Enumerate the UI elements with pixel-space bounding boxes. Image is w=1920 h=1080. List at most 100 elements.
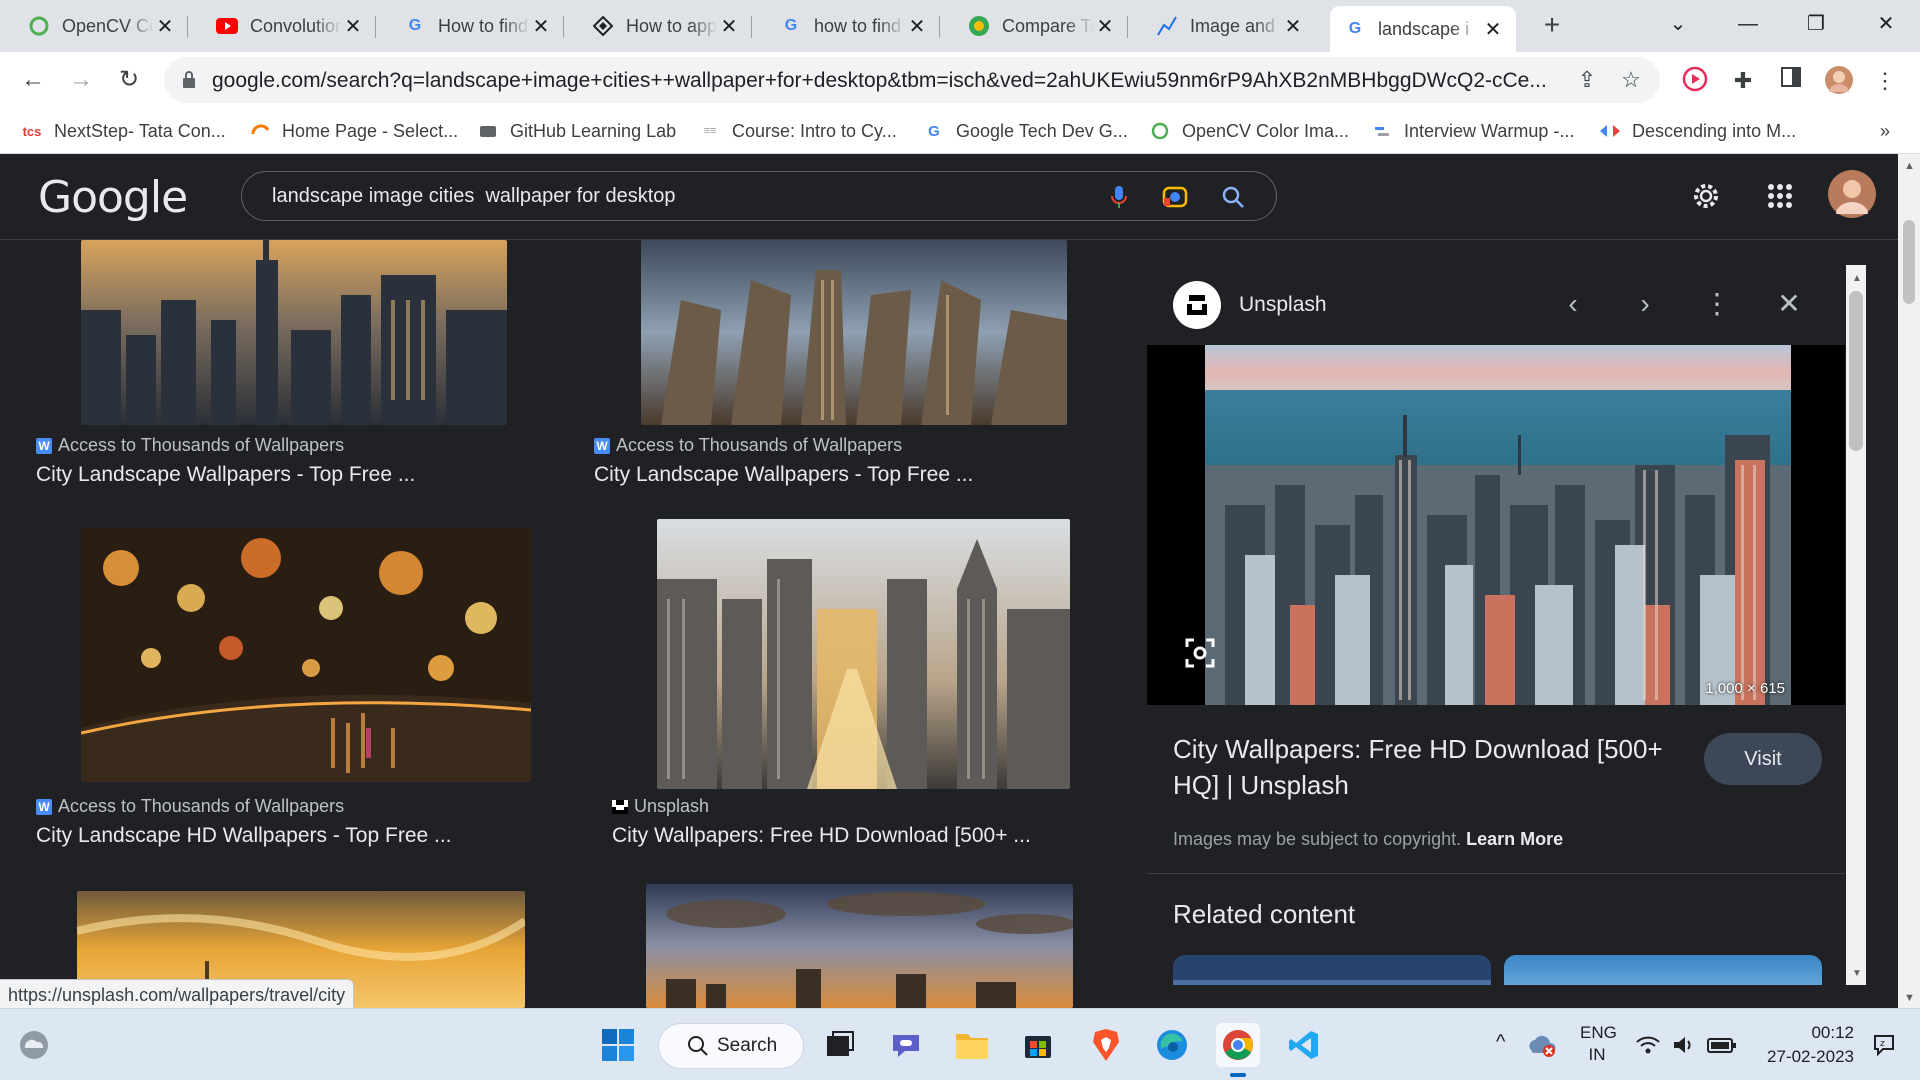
bookmark-item[interactable]: GitHub Learning Lab bbox=[478, 118, 676, 144]
lens-search-icon[interactable] bbox=[1183, 636, 1217, 670]
page-scroll-thumb[interactable] bbox=[1903, 220, 1915, 304]
tab-opencv[interactable]: OpenCV Co ✕ bbox=[14, 6, 188, 46]
search-icon bbox=[688, 1036, 708, 1056]
microphone-icon[interactable] bbox=[1106, 184, 1132, 210]
tab-search-icon[interactable]: ⌄ bbox=[1658, 8, 1698, 40]
bookmark-item[interactable]: G Google Tech Dev G... bbox=[924, 118, 1128, 144]
task-view-icon[interactable] bbox=[818, 1023, 862, 1067]
close-panel-icon[interactable]: ✕ bbox=[1771, 287, 1807, 323]
profile-avatar[interactable] bbox=[1824, 66, 1854, 96]
close-icon[interactable]: ✕ bbox=[718, 14, 740, 39]
tab-landscape[interactable]: G landscape i ✕ bbox=[1330, 6, 1516, 52]
bookmark-item[interactable]: tcs NextStep- Tata Con... bbox=[22, 118, 226, 144]
related-thumbnail[interactable] bbox=[1504, 955, 1822, 985]
camera-lens-icon[interactable] bbox=[1162, 184, 1188, 210]
menu-dots-icon[interactable]: ⋮ bbox=[1870, 66, 1900, 96]
more-bookmarks-icon[interactable]: » bbox=[1880, 118, 1890, 144]
result-thumbnail[interactable] bbox=[657, 519, 1070, 789]
teams-chat-icon[interactable] bbox=[884, 1023, 928, 1067]
close-icon[interactable]: ✕ bbox=[342, 14, 364, 39]
result-thumbnail[interactable] bbox=[646, 884, 1073, 1008]
brave-browser-icon[interactable] bbox=[1084, 1023, 1128, 1067]
result-title[interactable]: City Landscape HD Wallpapers - Top Free … bbox=[36, 824, 452, 848]
result-title[interactable]: City Landscape Wallpapers - Top Free ... bbox=[36, 463, 415, 487]
record-icon[interactable] bbox=[1680, 66, 1710, 96]
back-button[interactable]: ← bbox=[16, 64, 50, 98]
result-title[interactable]: City Wallpapers: Free HD Download [500+ … bbox=[612, 824, 1031, 848]
result-thumbnail[interactable] bbox=[641, 240, 1067, 425]
google-icon: G bbox=[784, 17, 798, 34]
reload-button[interactable]: ↻ bbox=[112, 64, 146, 98]
chart-icon bbox=[1156, 15, 1178, 37]
vscode-icon[interactable] bbox=[1282, 1023, 1326, 1067]
panel-site-name[interactable]: Unsplash bbox=[1239, 293, 1327, 317]
next-icon[interactable]: › bbox=[1627, 287, 1663, 323]
close-icon[interactable]: ✕ bbox=[154, 14, 176, 39]
close-window-button[interactable]: ✕ bbox=[1866, 8, 1906, 40]
learn-more-link[interactable]: Learn More bbox=[1466, 829, 1563, 849]
bookmark-item[interactable]: Home Page - Select... bbox=[250, 118, 458, 144]
bookmark-item[interactable]: ≡≡ Course: Intro to Cy... bbox=[700, 118, 897, 144]
microsoft-store-icon[interactable] bbox=[1016, 1023, 1060, 1067]
bookmark-item[interactable]: Descending into M... bbox=[1600, 118, 1796, 144]
address-bar[interactable]: google.com/search?q=landscape+image+citi… bbox=[164, 57, 1660, 103]
wifi-icon[interactable] bbox=[1630, 1023, 1666, 1067]
visit-button[interactable]: Visit bbox=[1704, 733, 1822, 785]
language-indicator[interactable]: ENG IN bbox=[1580, 1023, 1617, 1065]
unsplash-logo-icon[interactable] bbox=[1173, 281, 1221, 329]
previous-icon[interactable]: ‹ bbox=[1555, 287, 1591, 323]
google-logo[interactable]: Google bbox=[38, 172, 188, 223]
edge-browser-icon[interactable] bbox=[1150, 1023, 1194, 1067]
file-explorer-icon[interactable] bbox=[950, 1023, 994, 1067]
page-scrollbar[interactable]: ▲ ▼ bbox=[1898, 154, 1920, 1008]
bookmark-item[interactable]: OpenCV Color Ima... bbox=[1150, 118, 1349, 144]
extensions-icon[interactable]: ✚ bbox=[1728, 66, 1758, 96]
more-options-icon[interactable]: ⋮ bbox=[1699, 287, 1735, 323]
new-tab-button[interactable]: + bbox=[1536, 10, 1568, 42]
minimize-button[interactable]: — bbox=[1728, 8, 1768, 40]
close-icon[interactable]: ✕ bbox=[530, 14, 552, 39]
bookmark-star-icon[interactable]: ☆ bbox=[1618, 67, 1644, 93]
preview-title[interactable]: City Wallpapers: Free HD Download [500+ … bbox=[1173, 731, 1693, 803]
notifications-icon[interactable]: z bbox=[1864, 1023, 1904, 1067]
tab-how-to-find[interactable]: G How to find ✕ bbox=[390, 6, 564, 46]
panel-scroll-thumb[interactable] bbox=[1849, 291, 1863, 451]
tab-compare[interactable]: Compare Te ✕ bbox=[954, 6, 1128, 46]
taskbar-search-box[interactable]: Search bbox=[658, 1023, 804, 1069]
battery-icon[interactable] bbox=[1702, 1023, 1742, 1067]
result-thumbnail[interactable] bbox=[81, 528, 531, 782]
related-thumbnail[interactable] bbox=[1173, 955, 1491, 985]
preview-image[interactable] bbox=[1205, 345, 1791, 705]
tab-image-and[interactable]: Image and ✕ bbox=[1142, 6, 1316, 46]
restore-button[interactable]: ❐ bbox=[1796, 8, 1836, 40]
close-icon[interactable]: ✕ bbox=[1282, 14, 1304, 39]
start-menu-icon[interactable] bbox=[596, 1023, 640, 1067]
chrome-browser-icon[interactable] bbox=[1216, 1023, 1260, 1067]
search-input[interactable]: landscape image cities wallpaper for des… bbox=[272, 185, 676, 208]
tab-convolution[interactable]: Convolution ✕ bbox=[202, 6, 376, 46]
search-icon[interactable] bbox=[1220, 184, 1246, 210]
apps-grid-icon[interactable] bbox=[1762, 178, 1798, 214]
settings-gear-icon[interactable] bbox=[1688, 178, 1724, 214]
result-thumbnail[interactable] bbox=[81, 240, 507, 425]
result-source: Access to Thousands of Wallpapers bbox=[58, 796, 345, 816]
side-panel-icon[interactable] bbox=[1776, 66, 1806, 96]
bookmark-item[interactable]: Interview Warmup -... bbox=[1372, 118, 1574, 144]
share-icon[interactable]: ⇪ bbox=[1574, 67, 1600, 93]
search-box[interactable]: landscape image cities wallpaper for des… bbox=[241, 171, 1277, 221]
tab-how-to-app[interactable]: How to app ✕ bbox=[578, 6, 752, 46]
tab-how-to-find-2[interactable]: G how to find ✕ bbox=[766, 6, 940, 46]
close-icon[interactable]: ✕ bbox=[1094, 14, 1116, 39]
tray-overflow-icon[interactable]: ^ bbox=[1496, 1031, 1505, 1054]
onedrive-sync-icon[interactable] bbox=[1524, 1023, 1560, 1067]
panel-scrollbar[interactable]: ▲ ▼ bbox=[1846, 265, 1866, 985]
weather-widget-icon[interactable] bbox=[12, 1023, 56, 1067]
forward-button[interactable]: → bbox=[64, 64, 98, 98]
volume-icon[interactable] bbox=[1666, 1023, 1702, 1067]
clock[interactable]: 00:12 27-02-2023 bbox=[1754, 1023, 1854, 1067]
close-icon[interactable]: ✕ bbox=[906, 14, 928, 39]
close-icon[interactable]: ✕ bbox=[1482, 17, 1504, 42]
result-title[interactable]: City Landscape Wallpapers - Top Free ... bbox=[594, 463, 973, 487]
windows-taskbar: Search ^ ENG IN 00:12 27-02-2023 z bbox=[0, 1008, 1920, 1080]
account-avatar[interactable] bbox=[1828, 170, 1876, 218]
